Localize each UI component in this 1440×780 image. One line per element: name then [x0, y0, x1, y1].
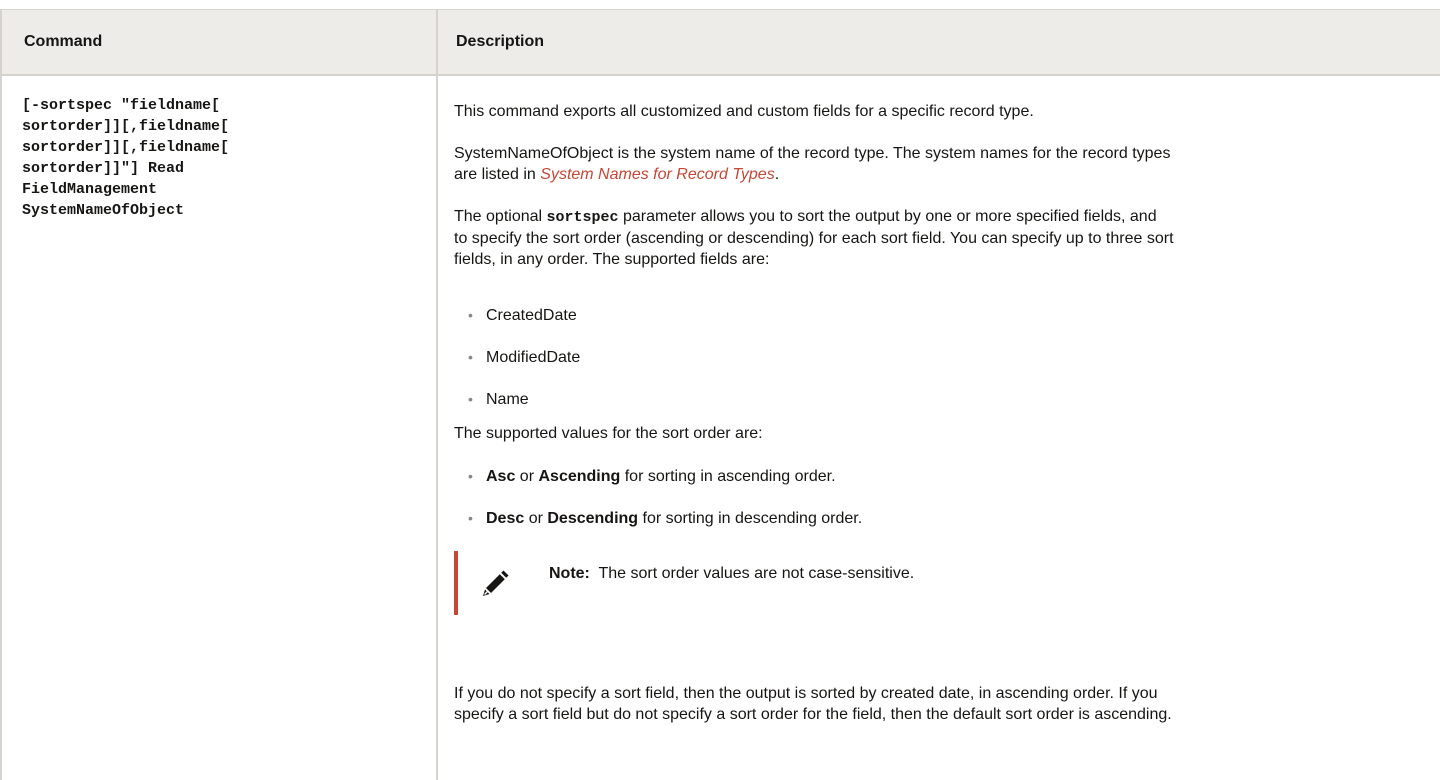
note-accent-bar: [454, 551, 458, 615]
system-name-text: are listed in: [454, 166, 541, 183]
document-page: Command Description [-sortspec "fieldnam…: [0, 0, 1440, 780]
bullet-dot: •: [468, 307, 473, 323]
command-table: Command Description [-sortspec "fieldnam…: [0, 9, 1440, 780]
asc-long: Ascending: [538, 468, 621, 485]
system-names-link[interactable]: System Names for Record Types: [540, 166, 774, 183]
field-name: CreatedDate: [486, 307, 577, 324]
values-intro: The supported values for the sort order …: [454, 425, 763, 442]
desc-short: Desc: [486, 510, 525, 527]
note-callout: Note: The sort order values are not case…: [454, 551, 1354, 615]
sortspec-text: parameter allows you to sort the output …: [618, 208, 1157, 225]
intro-text: This command exports all customized and …: [454, 103, 1034, 120]
bullet-dot: •: [468, 510, 473, 526]
or-text: or: [515, 468, 539, 485]
asc-item: Asc or Ascending for sorting in ascendin…: [486, 466, 836, 487]
table-left-border: [0, 76, 2, 780]
command-line: FieldManagement: [22, 181, 158, 198]
sortspec-text: to specify the sort order (ascending or …: [454, 230, 1174, 247]
command-cell: [-sortspec "fieldname[ sortorder]][,fiel…: [22, 95, 422, 221]
sortspec-text: fields, in any order. The supported fiel…: [454, 251, 770, 268]
system-name-text: SystemNameOfObject is the system name of…: [454, 145, 1171, 162]
desc-long: Descending: [547, 510, 639, 527]
command-line: sortorder]][,fieldname[: [22, 139, 230, 156]
bullet-dot: •: [468, 391, 473, 407]
note-label: Note:: [549, 565, 590, 582]
or-text: or: [524, 510, 548, 527]
table-header: Command Description: [0, 10, 1440, 76]
column-divider: [436, 10, 438, 76]
asc-short: Asc: [486, 468, 516, 485]
command-line: sortorder]][,fieldname[: [22, 118, 230, 135]
header-description: Description: [456, 33, 545, 50]
command-line: sortorder]]"] Read: [22, 160, 185, 177]
default-text: specify a sort field but do not specify …: [454, 706, 1172, 723]
system-name-text: .: [774, 166, 780, 183]
field-name: Name: [486, 391, 529, 408]
command-line: SystemNameOfObject: [22, 202, 185, 219]
command-line: [-sortspec "fieldname[: [22, 97, 221, 114]
pencil-icon: [483, 570, 509, 596]
intro-paragraph: This command exports all customized and …: [454, 101, 1429, 122]
desc-text: for sorting in descending order.: [638, 510, 863, 527]
sortspec-paragraph: The optional sortspec parameter allows y…: [454, 206, 1429, 270]
desc-item: Desc or Descending for sorting in descen…: [486, 508, 862, 529]
header-command: Command: [24, 33, 103, 50]
note-body: The sort order values are not case-sensi…: [589, 565, 915, 582]
note-text: Note: The sort order values are not case…: [549, 563, 914, 584]
system-name-paragraph: SystemNameOfObject is the system name of…: [454, 143, 1429, 185]
default-text: If you do not specify a sort field, then…: [454, 685, 1158, 702]
sortspec-text: The optional: [454, 208, 547, 225]
sortspec-code: sortspec: [546, 209, 619, 226]
bullet-dot: •: [468, 349, 473, 365]
bullet-dot: •: [468, 468, 473, 484]
column-divider: [436, 76, 438, 780]
asc-text: for sorting in ascending order.: [620, 468, 836, 485]
field-name: ModifiedDate: [486, 349, 581, 366]
default-order-paragraph: If you do not specify a sort field, then…: [454, 683, 1429, 725]
